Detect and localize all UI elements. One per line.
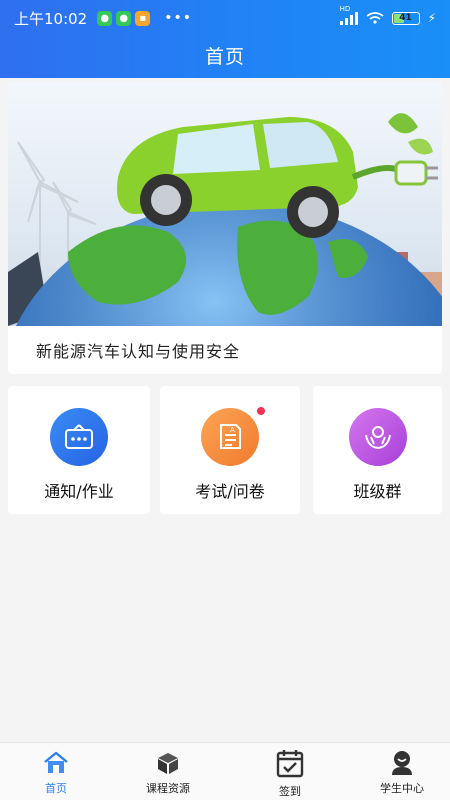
nav-student-label: 学生中心 xyxy=(380,782,424,795)
course-banner[interactable]: 新能源汽车认知与使用安全 xyxy=(8,82,442,374)
calendar-check-icon xyxy=(276,749,304,778)
charging-icon: ⚡ xyxy=(427,11,436,25)
new-energy-car-image xyxy=(8,82,442,326)
bottom-navigation: 首页 课程资源 签到 学生中心 xyxy=(0,742,450,800)
hd-tag: HD xyxy=(339,5,351,13)
app-header: 上午10:02 ● ● ▪ ••• HD 41 ⚡ 首页 xyxy=(0,0,450,78)
nav-sign-in[interactable]: 签到 xyxy=(234,743,346,800)
nav-home-label: 首页 xyxy=(45,782,67,795)
exam-paper-icon: A xyxy=(201,408,259,466)
nav-sign-label: 签到 xyxy=(279,785,301,798)
notice-homework-label: 通知/作业 xyxy=(44,482,114,501)
class-group-entry[interactable]: 班级群 xyxy=(313,386,442,514)
home-icon xyxy=(42,749,70,777)
battery-level: 41 xyxy=(399,13,412,23)
page-title: 首页 xyxy=(204,45,245,68)
status-time: 上午10:02 xyxy=(14,9,88,28)
message-app-icon: ▪ xyxy=(135,10,151,26)
notice-homework-entry[interactable]: 通知/作业 xyxy=(8,386,150,514)
cube-icon xyxy=(154,749,182,777)
exam-survey-entry[interactable]: A 考试/问卷 xyxy=(160,386,300,514)
nav-student-center[interactable]: 学生中心 xyxy=(346,743,450,800)
user-icon xyxy=(388,749,416,777)
signal-icon: HD xyxy=(339,5,358,25)
nav-home[interactable]: 首页 xyxy=(0,743,112,800)
battery-icon: 41 xyxy=(391,11,420,25)
notice-board-icon xyxy=(50,408,108,466)
status-bar: 上午10:02 ● ● ▪ ••• HD 41 ⚡ xyxy=(0,0,450,36)
exam-survey-label: 考试/问卷 xyxy=(195,482,265,501)
group-hands-icon xyxy=(348,408,407,466)
banner-caption: 新能源汽车认知与使用安全 xyxy=(36,342,241,361)
wechat-icon: ● xyxy=(116,10,132,26)
wifi-icon xyxy=(366,12,384,24)
wechat-icon: ● xyxy=(97,10,113,26)
status-right: HD 41 ⚡ xyxy=(339,5,436,25)
class-group-label: 班级群 xyxy=(353,482,402,501)
new-badge-dot xyxy=(257,407,265,415)
svg-text:A: A xyxy=(230,426,235,434)
nav-course-label: 课程资源 xyxy=(146,782,190,795)
nav-course-resources[interactable]: 课程资源 xyxy=(112,743,224,800)
more-notifications-icon: ••• xyxy=(164,10,193,26)
